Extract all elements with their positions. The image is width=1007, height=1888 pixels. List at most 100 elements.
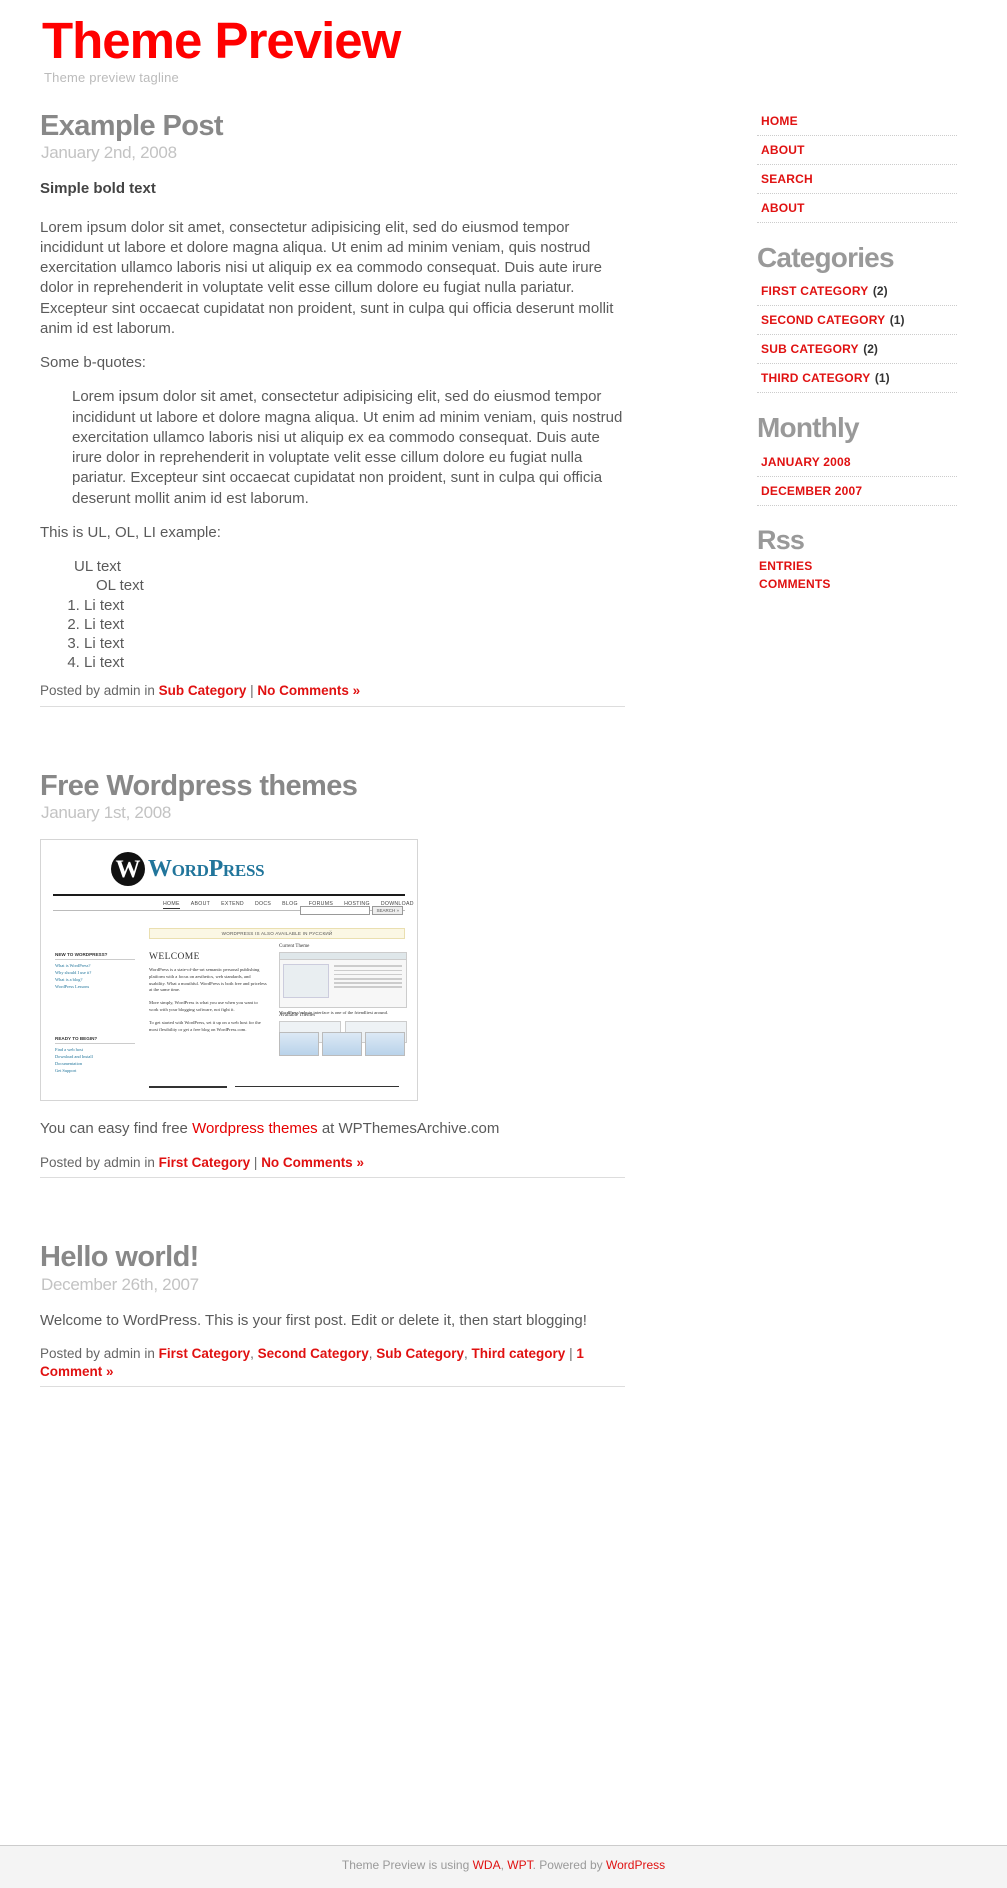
- caption-text-after: at WPThemesArchive.com: [317, 1120, 500, 1138]
- wordpress-org-homepage-thumbnail: W WordPress HOME ABOUT EXTEND DOCS BLOG: [40, 839, 418, 1102]
- footer-link-wordpress[interactable]: WordPress: [606, 1858, 665, 1872]
- meta-category-link[interactable]: First Category: [159, 1155, 251, 1170]
- sidebar-nav-link[interactable]: SEARCH: [761, 172, 813, 186]
- archive-item[interactable]: JANUARY 2008: [757, 448, 957, 478]
- ordered-list: Li text Li text Li text Li text: [84, 596, 625, 673]
- sidebar-item-about-2[interactable]: ABOUT: [757, 194, 957, 223]
- wp-shot-left-link-2: Documentation: [55, 1061, 83, 1067]
- wp-shot-welcome-heading: WELCOME: [149, 952, 200, 963]
- post-title[interactable]: Free Wordpress themes: [40, 770, 625, 803]
- blockquote-intro: Some b-quotes:: [40, 354, 146, 372]
- meta-category-link[interactable]: Sub Category: [159, 683, 247, 698]
- sidebar-monthly-section: Monthly JANUARY 2008 DECEMBER 2007: [757, 412, 957, 507]
- post-date: December 26th, 2007: [41, 1274, 199, 1294]
- sidebar-nav-link[interactable]: ABOUT: [761, 201, 805, 215]
- meta-in-word: in: [144, 683, 155, 699]
- blog-title[interactable]: Theme Preview: [42, 14, 401, 68]
- wp-shot-left-link: What is a blog?: [55, 977, 83, 983]
- unordered-list: UL text OL text: [74, 557, 625, 595]
- list-demo-block: UL text OL text Li text Li text Li text …: [40, 557, 625, 672]
- post-free-wordpress-themes: Free Wordpress themes January 1st, 2008 …: [40, 770, 625, 1178]
- site-footer: Theme Preview is using WDA, WPT. Powered…: [0, 1845, 1007, 1888]
- wp-shot-search-button: SEARCH »: [372, 906, 403, 916]
- wp-shot-right-caption: WordPress' admin interface is one of the…: [279, 1010, 389, 1016]
- rss-entries-item[interactable]: ENTRIES: [757, 557, 957, 575]
- category-count: (1): [874, 371, 890, 386]
- wp-shot-panel-lines: [334, 965, 402, 990]
- category-count: (2): [863, 342, 878, 357]
- category-link[interactable]: FIRST CATEGORY: [761, 284, 868, 298]
- meta-comments-link[interactable]: No Comments »: [257, 683, 360, 698]
- wp-shot-left-link: WordPress Lessons: [55, 984, 90, 990]
- category-item[interactable]: SUB CATEGORY (2): [757, 335, 957, 365]
- post-meta: Posted by admin in Sub Category | No Com…: [40, 682, 625, 707]
- sidebar-nav-link[interactable]: HOME: [761, 114, 798, 128]
- archive-link[interactable]: JANUARY 2008: [761, 455, 851, 469]
- list-item: Li text: [84, 615, 625, 634]
- wordpress-themes-link[interactable]: Wordpress themes: [192, 1120, 318, 1137]
- wp-nav-item: BLOG: [282, 901, 298, 908]
- sidebar-item-search[interactable]: SEARCH: [757, 165, 957, 194]
- rss-comments-link[interactable]: COMMENTS: [759, 577, 831, 591]
- wp-shot-panel-thumb: [283, 964, 329, 999]
- meta-in-word: in: [144, 1346, 155, 1362]
- post-example-post: Example Post January 2nd, 2008 Simple bo…: [40, 110, 625, 707]
- meta-category-link[interactable]: First Category: [159, 1346, 251, 1361]
- wp-nav-item: EXTEND: [221, 901, 244, 908]
- wp-shot-welcome-p1: WordPress is a state-of-the-art semantic…: [149, 967, 267, 993]
- category-link[interactable]: SECOND CATEGORY: [761, 313, 885, 327]
- footer-link-wda[interactable]: WDA: [473, 1858, 501, 1872]
- post-author: Posted by admin: [40, 683, 141, 699]
- sidebar-monthly-heading: Monthly: [757, 412, 860, 444]
- sidebar-nav-list: HOME ABOUT SEARCH ABOUT: [757, 107, 957, 223]
- wp-shot-notice: WORDPRESS IS ALSO AVAILABLE IN РУССКИЙ: [149, 928, 405, 940]
- sidebar-rss-heading: Rss: [757, 525, 805, 556]
- post-meta: Posted by admin in First Category | No C…: [40, 1154, 625, 1178]
- meta-comments-link[interactable]: No Comments »: [261, 1155, 364, 1170]
- category-link[interactable]: THIRD CATEGORY: [761, 371, 870, 385]
- post-body: W WordPress HOME ABOUT EXTEND DOCS BLOG: [40, 839, 625, 1139]
- post-title[interactable]: Example Post: [40, 110, 625, 143]
- main-container: Example Post January 2nd, 2008 Simple bo…: [0, 85, 1007, 1452]
- wp-shot-theme-panel: [279, 952, 407, 1009]
- wp-nav-item: HOME: [163, 901, 180, 910]
- category-item[interactable]: SECOND CATEGORY (1): [757, 306, 957, 336]
- rss-comments-item[interactable]: COMMENTS: [757, 575, 957, 593]
- category-item[interactable]: THIRD CATEGORY (1): [757, 364, 957, 394]
- meta-category-link[interactable]: Sub Category: [376, 1346, 464, 1361]
- sidebar-item-about[interactable]: ABOUT: [757, 136, 957, 165]
- meta-category-link[interactable]: Second Category: [258, 1346, 369, 1361]
- wp-logo-row: W WordPress: [111, 852, 265, 887]
- wp-shot-card-thumbs: [279, 1032, 405, 1057]
- wp-shot-left-link: What is WordPress?: [55, 963, 91, 969]
- wp-nav-item: DOCS: [254, 901, 272, 908]
- category-item[interactable]: FIRST CATEGORY (2): [757, 277, 957, 307]
- wp-shot-bottom-rules: [149, 1086, 403, 1089]
- sidebar-item-home[interactable]: HOME: [757, 107, 957, 136]
- sidebar-nav-link[interactable]: ABOUT: [761, 143, 805, 157]
- meta-category-link[interactable]: Third category: [472, 1346, 566, 1361]
- list-item: Li text: [84, 596, 625, 615]
- wp-shot-left-link-2: Download and Install: [55, 1054, 93, 1060]
- post-body: Welcome to WordPress. This is your first…: [40, 1311, 625, 1331]
- archive-link[interactable]: DECEMBER 2007: [761, 484, 862, 498]
- sidebar-nav-section: HOME ABOUT SEARCH ABOUT: [757, 107, 957, 223]
- wordpress-screenshot-image[interactable]: W WordPress HOME ABOUT EXTEND DOCS BLOG: [40, 839, 625, 1102]
- rss-entries-link[interactable]: ENTRIES: [759, 559, 812, 573]
- ul-item: UL text: [74, 558, 121, 576]
- footer-mid-2: . Powered by: [532, 1858, 606, 1872]
- wp-shot-header: W WordPress HOME ABOUT EXTEND DOCS BLOG: [53, 848, 413, 910]
- wp-shot-card: [365, 1032, 405, 1057]
- archive-item[interactable]: DECEMBER 2007: [757, 477, 957, 507]
- wp-shot-left-heading: NEW TO WORDPRESS?: [55, 952, 135, 961]
- post-date: January 1st, 2008: [41, 803, 172, 823]
- category-link[interactable]: SUB CATEGORY: [761, 342, 859, 356]
- footer-prefix: Theme Preview is using: [341, 1858, 473, 1872]
- footer-link-wpt[interactable]: WPT: [507, 1858, 532, 1872]
- meta-separator: |: [250, 683, 254, 699]
- wordpress-logo-icon: W: [111, 852, 145, 887]
- post-paragraph: Lorem ipsum dolor sit amet, consectetur …: [40, 218, 614, 337]
- post-title[interactable]: Hello world!: [40, 1241, 625, 1274]
- meta-separator: |: [253, 1154, 258, 1170]
- sidebar-categories-heading: Categories: [757, 241, 895, 273]
